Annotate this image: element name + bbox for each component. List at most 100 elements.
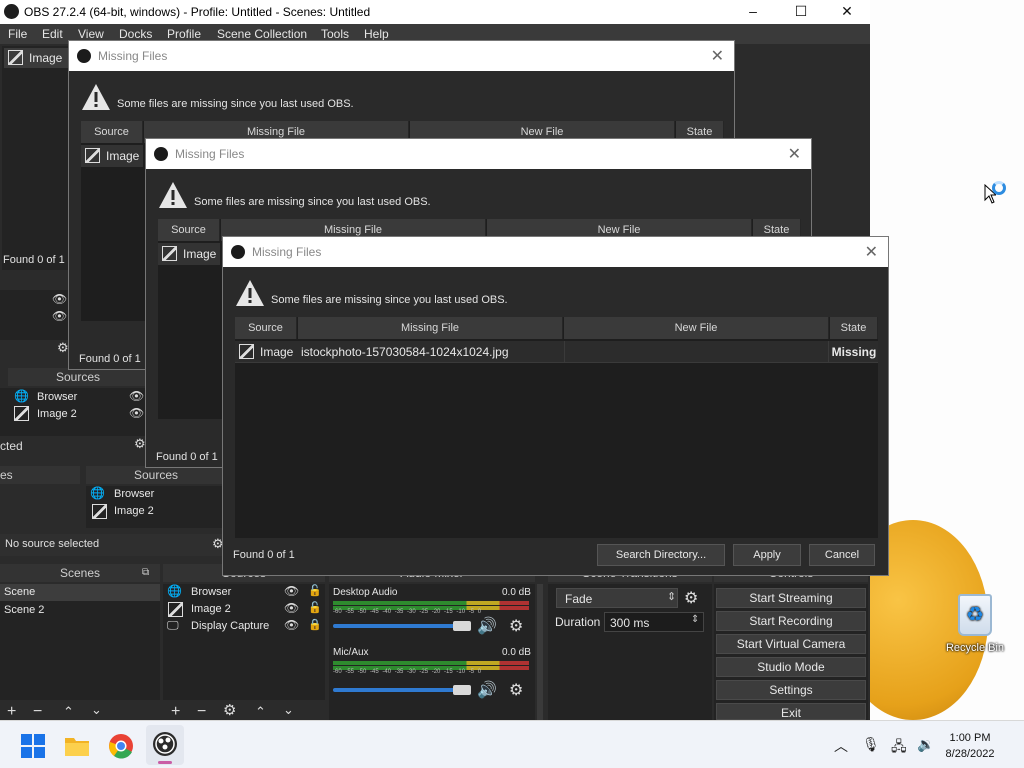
start-streaming-button[interactable]: Start Streaming bbox=[716, 588, 866, 608]
microphone-icon[interactable]: 🎙 bbox=[862, 736, 880, 753]
speaker-icon[interactable]: 🔊 bbox=[477, 680, 497, 700]
dialog-close-icon[interactable]: ✕ bbox=[788, 144, 801, 164]
gear-icon[interactable]: ⚙ bbox=[57, 340, 69, 356]
source-image-2[interactable]: Image 2 bbox=[191, 601, 231, 618]
menu-docks[interactable]: Docks bbox=[119, 27, 152, 41]
desktop-volume-slider-handle[interactable] bbox=[453, 621, 471, 631]
image-source-icon bbox=[162, 246, 177, 261]
mic-aux-label: Mic/Aux bbox=[333, 647, 369, 658]
move-source-up-button[interactable]: ⌃ bbox=[255, 704, 266, 720]
bg-source-browser[interactable]: Browser bbox=[37, 389, 77, 406]
table-row[interactable]: Image istockphoto-157030584-1024x1024.jp… bbox=[235, 341, 878, 363]
col-source[interactable]: Source bbox=[158, 219, 220, 241]
preview-source-item[interactable]: Image bbox=[4, 48, 68, 68]
cell-state: Missing bbox=[831, 345, 877, 359]
col-missing-file[interactable]: Missing File bbox=[298, 317, 563, 339]
cell-source[interactable]: Image bbox=[158, 243, 220, 265]
col-new-file[interactable]: New File bbox=[564, 317, 829, 339]
undock-icon[interactable]: ⧉ bbox=[142, 564, 149, 582]
col-state[interactable]: State bbox=[830, 317, 878, 339]
apply-button[interactable]: Apply bbox=[733, 544, 801, 566]
clock[interactable]: 1:00 PM 8/28/2022 bbox=[940, 730, 1000, 762]
remove-source-button[interactable]: − bbox=[197, 704, 206, 720]
eye-icon[interactable]: 👁 bbox=[129, 406, 144, 420]
add-source-button[interactable]: + bbox=[171, 704, 180, 720]
col-source[interactable]: Source bbox=[81, 121, 143, 143]
chrome-icon[interactable] bbox=[108, 733, 134, 759]
duration-spinbox[interactable]: 300 ms ⇕ bbox=[604, 612, 704, 632]
cell-new-file[interactable] bbox=[564, 341, 829, 363]
obs-taskbar-button[interactable] bbox=[146, 725, 184, 765]
eye-icon[interactable]: 👁 bbox=[284, 618, 299, 632]
recycle-bin-shortcut[interactable]: Recycle Bin bbox=[942, 594, 1008, 654]
windows-start-icon[interactable] bbox=[20, 733, 46, 759]
scenes-dock-label: Scenes bbox=[59, 566, 101, 580]
found-count-label: Found 0 of 1 bbox=[79, 353, 141, 365]
scene-item[interactable]: Scene 2 bbox=[0, 602, 160, 619]
menu-file[interactable]: File bbox=[8, 27, 27, 41]
remove-scene-button[interactable]: − bbox=[33, 704, 42, 720]
menu-tools[interactable]: Tools bbox=[321, 27, 349, 41]
move-scene-up-button[interactable]: ⌃ bbox=[63, 704, 74, 720]
bg-source-browser[interactable]: Browser bbox=[114, 486, 154, 503]
file-explorer-icon[interactable] bbox=[64, 733, 90, 759]
bg-source-image-2[interactable]: Image 2 bbox=[114, 503, 154, 520]
eye-icon[interactable]: 👁 bbox=[129, 389, 144, 403]
mic-volume-slider[interactable] bbox=[333, 688, 467, 692]
menu-profile[interactable]: Profile bbox=[167, 27, 201, 41]
lock-icon[interactable]: 🔒 bbox=[308, 618, 322, 631]
cell-source[interactable]: Image bbox=[81, 145, 143, 167]
volume-icon[interactable]: 🔉 bbox=[917, 736, 934, 753]
mic-volume-slider-handle[interactable] bbox=[453, 685, 471, 695]
image-source-icon bbox=[85, 148, 100, 163]
settings-button[interactable]: Settings bbox=[716, 680, 866, 700]
search-directory-button[interactable]: Search Directory... bbox=[597, 544, 725, 566]
menu-help[interactable]: Help bbox=[364, 27, 389, 41]
start-recording-button[interactable]: Start Recording bbox=[716, 611, 866, 631]
bg-sources-list-2: 🌐 Browser 👁 Image 2 👁 bbox=[0, 388, 148, 436]
eye-icon[interactable]: 👁 bbox=[52, 292, 67, 306]
duration-value: 300 ms bbox=[610, 616, 650, 630]
dialog-close-icon[interactable]: ✕ bbox=[711, 46, 724, 66]
col-source[interactable]: Source bbox=[235, 317, 297, 339]
exit-button[interactable]: Exit bbox=[716, 703, 866, 720]
network-icon[interactable]: 🖧 bbox=[891, 736, 907, 760]
transition-gear-icon[interactable]: ⚙ bbox=[684, 588, 698, 608]
speaker-icon[interactable]: 🔊 bbox=[477, 616, 497, 636]
add-scene-button[interactable]: + bbox=[7, 704, 16, 720]
menu-scene-collection[interactable]: Scene Collection bbox=[217, 27, 307, 41]
source-browser[interactable]: Browser bbox=[191, 584, 231, 601]
source-display-capture[interactable]: Display Capture bbox=[191, 618, 269, 635]
eye-icon[interactable]: 👁 bbox=[284, 584, 299, 598]
scene-item[interactable]: Scene bbox=[0, 584, 160, 601]
spin-arrows-icon[interactable]: ⇕ bbox=[691, 614, 699, 625]
menu-edit[interactable]: Edit bbox=[42, 27, 63, 41]
menu-view[interactable]: View bbox=[78, 27, 104, 41]
eye-icon[interactable]: 👁 bbox=[284, 601, 299, 615]
cell-source[interactable]: Image bbox=[235, 341, 297, 363]
move-source-down-button[interactable]: ⌄ bbox=[283, 702, 294, 718]
minimize-button[interactable]: – bbox=[730, 0, 776, 24]
lock-icon[interactable]: 🔓 bbox=[308, 584, 322, 597]
transition-select[interactable]: Fade ⇕ bbox=[556, 588, 678, 608]
maximize-button[interactable]: ☐ bbox=[778, 0, 824, 24]
audio-mixer-scrollbar[interactable] bbox=[537, 584, 543, 720]
desktop-volume-slider[interactable] bbox=[333, 624, 467, 628]
start-virtual-camera-button[interactable]: Start Virtual Camera bbox=[716, 634, 866, 654]
dialog-close-icon[interactable]: ✕ bbox=[865, 242, 878, 262]
studio-mode-button[interactable]: Studio Mode bbox=[716, 657, 866, 677]
window-title: OBS 27.2.4 (64-bit, windows) - Profile: … bbox=[24, 5, 371, 19]
source-properties-gear-icon[interactable]: ⚙ bbox=[223, 703, 236, 719]
show-hidden-icons-chevron-icon[interactable]: ︿ bbox=[834, 736, 848, 756]
cancel-button[interactable]: Cancel bbox=[809, 544, 875, 566]
gear-icon[interactable]: ⚙ bbox=[509, 616, 523, 636]
dialog-message: Some files are missing since you last us… bbox=[117, 98, 354, 110]
bg-source-image-2[interactable]: Image 2 bbox=[37, 406, 77, 423]
close-button[interactable]: ✕ bbox=[824, 0, 870, 24]
move-scene-down-button[interactable]: ⌄ bbox=[91, 702, 102, 718]
gear-icon[interactable]: ⚙ bbox=[509, 680, 523, 700]
eye-icon[interactable]: 👁 bbox=[52, 309, 67, 323]
lock-icon[interactable]: 🔓 bbox=[308, 601, 322, 614]
cell-missing-file[interactable]: istockphoto-157030584-1024x1024.jpg bbox=[301, 341, 563, 363]
gear-icon[interactable]: ⚙ bbox=[134, 436, 146, 452]
